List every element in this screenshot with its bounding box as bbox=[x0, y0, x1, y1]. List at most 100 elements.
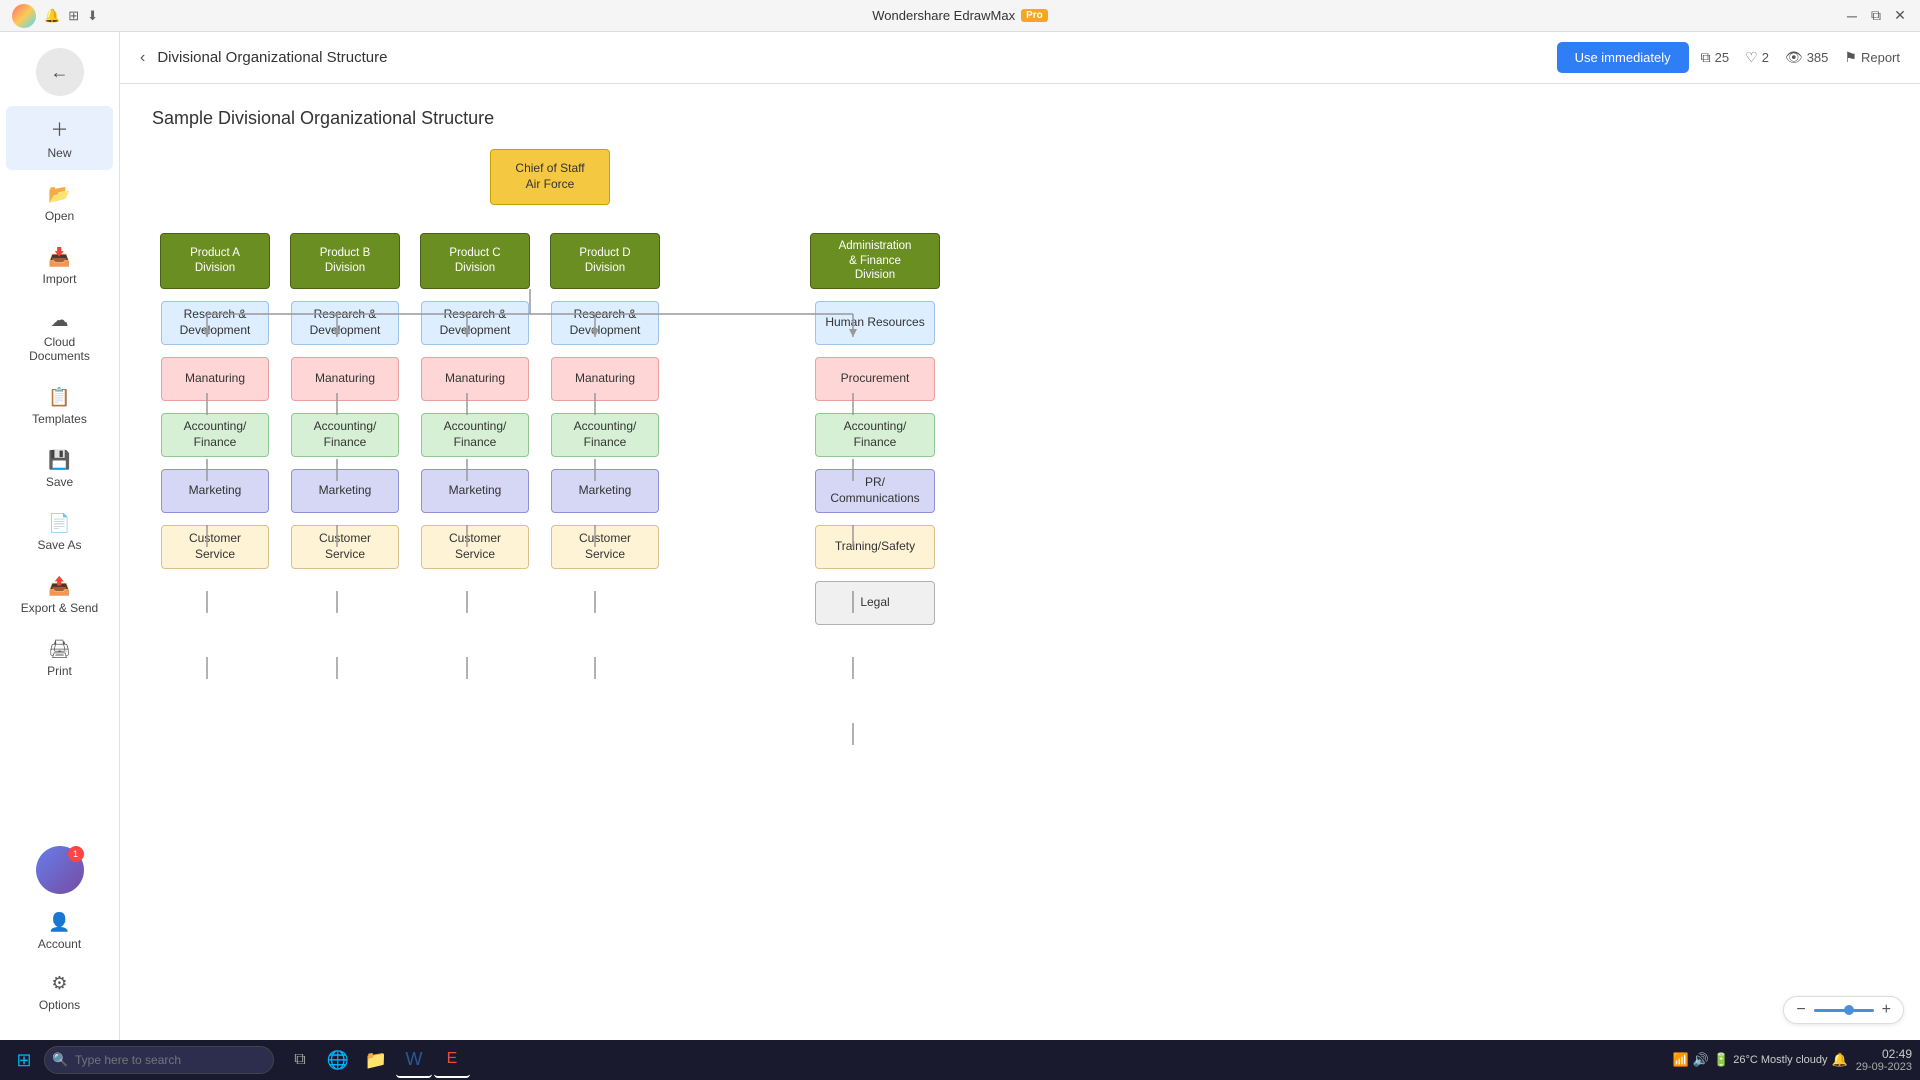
app-name: Wondershare EdrawMax bbox=[872, 8, 1015, 23]
sidebar: ← ＋ New 📂 Open 📥 Import ☁ Cloud Document… bbox=[0, 32, 120, 1040]
copies-icon: ⧉ bbox=[1701, 49, 1711, 66]
div-c-mfg: Manaturing bbox=[421, 357, 529, 401]
div-d-mkt: Marketing bbox=[551, 469, 659, 513]
use-immediately-button[interactable]: Use immediately bbox=[1557, 42, 1689, 73]
sidebar-item-open[interactable]: 📂 Open bbox=[6, 174, 113, 233]
taskbar-search-input[interactable] bbox=[44, 1046, 274, 1074]
div-d-mfg: Manaturing bbox=[551, 357, 659, 401]
div-a-acct: Accounting/Finance bbox=[161, 413, 269, 457]
windows-logo-icon: ⊞ bbox=[16, 1050, 31, 1071]
sidebar-item-saveas[interactable]: 📄 Save As bbox=[6, 503, 113, 562]
sidebar-item-cloud[interactable]: ☁ Cloud Documents bbox=[6, 300, 113, 373]
grid-icon[interactable]: ⊞ bbox=[68, 8, 79, 24]
options-icon: ⚙ bbox=[51, 973, 67, 994]
top-bar: ‹ Divisional Organizational Structure Us… bbox=[120, 32, 1920, 84]
views-count: 385 bbox=[1807, 50, 1829, 65]
maximize-button[interactable]: ⧉ bbox=[1868, 8, 1884, 24]
sidebar-bottom: 1 👤 Account ⚙ Options bbox=[0, 846, 119, 1040]
sidebar-import-label: Import bbox=[42, 272, 76, 286]
taskbar-date-display: 29-09-2023 bbox=[1856, 1061, 1912, 1073]
sidebar-item-account[interactable]: 👤 Account bbox=[6, 902, 113, 961]
likes-count: 2 bbox=[1762, 50, 1769, 65]
sidebar-saveas-label: Save As bbox=[37, 538, 81, 552]
likes-stat: ♡ 2 bbox=[1745, 49, 1769, 66]
admin-hr: Human Resources bbox=[815, 301, 935, 345]
bell-icon[interactable]: 🔔 bbox=[44, 8, 60, 24]
sidebar-options-label: Options bbox=[39, 998, 80, 1012]
report-stat[interactable]: ⚑ Report bbox=[1844, 49, 1900, 66]
taskbar-app-edrawmax[interactable]: E bbox=[434, 1042, 470, 1078]
taskbar-app-edge[interactable]: 🌐 bbox=[320, 1042, 356, 1078]
taskbar-apps: ⧉ 🌐 📁 W E bbox=[282, 1042, 470, 1078]
sidebar-cloud-label: Cloud Documents bbox=[14, 335, 105, 363]
edge-icon: 🌐 bbox=[327, 1050, 349, 1071]
import-icon: 📥 bbox=[48, 247, 70, 268]
chief-node: Chief of StaffAir Force bbox=[490, 149, 610, 205]
flag-icon: ⚑ bbox=[1844, 49, 1857, 66]
admin-procurement: Procurement bbox=[815, 357, 935, 401]
admin-training: Training/Safety bbox=[815, 525, 935, 569]
zoom-bar: − + bbox=[1783, 996, 1904, 1024]
title-bar-icons: 🔔 ⊞ ⬇ bbox=[44, 8, 98, 24]
zoom-in-button[interactable]: + bbox=[1882, 1001, 1891, 1019]
sidebar-item-new[interactable]: ＋ New bbox=[6, 106, 113, 170]
taskbar-app-word[interactable]: W bbox=[396, 1042, 432, 1078]
title-bar-center: Wondershare EdrawMax Pro bbox=[872, 8, 1048, 23]
sidebar-save-label: Save bbox=[46, 475, 73, 489]
division-d-node: Product DDivision bbox=[550, 233, 660, 289]
division-a-node: Product ADivision bbox=[160, 233, 270, 289]
admin-acct: Accounting/Finance bbox=[815, 413, 935, 457]
eye-icon: 👁 bbox=[1785, 49, 1803, 66]
minimize-button[interactable]: ─ bbox=[1844, 8, 1860, 24]
download-icon[interactable]: ⬇ bbox=[87, 8, 98, 24]
division-a-col: Product ADivision Research &Development … bbox=[160, 233, 270, 569]
zoom-out-button[interactable]: − bbox=[1796, 1001, 1805, 1019]
div-b-rd: Research &Development bbox=[291, 301, 399, 345]
sidebar-item-templates[interactable]: 📋 Templates bbox=[6, 377, 113, 436]
notification-badge: 1 bbox=[68, 846, 84, 862]
pro-badge: Pro bbox=[1021, 9, 1048, 22]
notification-icon[interactable]: 🔔 bbox=[1832, 1052, 1848, 1068]
print-icon: 🖨 bbox=[48, 639, 71, 660]
zoom-thumb bbox=[1844, 1005, 1854, 1015]
divisions-row: Product ADivision Research &Development … bbox=[160, 233, 940, 625]
div-c-cs: Customer Service bbox=[421, 525, 529, 569]
close-button[interactable]: ✕ bbox=[1892, 8, 1908, 24]
div-a-rd: Research &Development bbox=[161, 301, 269, 345]
topbar-back-arrow[interactable]: ‹ bbox=[140, 49, 145, 67]
org-chart: Chief of StaffAir Force Product ADivisio… bbox=[140, 149, 1900, 625]
weather-text: 26°C Mostly cloudy bbox=[1733, 1054, 1827, 1066]
sidebar-item-print[interactable]: 🖨 Print bbox=[6, 629, 113, 688]
report-label: Report bbox=[1861, 50, 1900, 65]
taskbar-app-taskview[interactable]: ⧉ bbox=[282, 1042, 318, 1078]
back-button[interactable]: ← bbox=[36, 48, 84, 96]
division-c-node: Product CDivision bbox=[420, 233, 530, 289]
div-a-mfg: Manaturing bbox=[161, 357, 269, 401]
division-b-node: Product BDivision bbox=[290, 233, 400, 289]
taskbar-datetime: 02:49 29-09-2023 bbox=[1856, 1047, 1912, 1073]
chart-wrapper: Chief of StaffAir Force Product ADivisio… bbox=[120, 129, 1920, 685]
diagram-title: Sample Divisional Organizational Structu… bbox=[152, 108, 1920, 129]
div-b-acct: Accounting/Finance bbox=[291, 413, 399, 457]
division-admin-col: Administration& FinanceDivision Human Re… bbox=[810, 233, 940, 625]
taskview-icon: ⧉ bbox=[294, 1051, 305, 1069]
div-d-rd: Research &Development bbox=[551, 301, 659, 345]
start-button[interactable]: ⊞ bbox=[8, 1044, 40, 1076]
sidebar-item-export[interactable]: 📤 Export & Send bbox=[6, 566, 113, 625]
edrawmax-icon: E bbox=[447, 1050, 458, 1068]
sidebar-item-import[interactable]: 📥 Import bbox=[6, 237, 113, 296]
title-bar: 🔔 ⊞ ⬇ Wondershare EdrawMax Pro ─ ⧉ ✕ bbox=[0, 0, 1920, 32]
saveas-icon: 📄 bbox=[48, 513, 70, 534]
sidebar-templates-label: Templates bbox=[32, 412, 87, 426]
sidebar-item-save[interactable]: 💾 Save bbox=[6, 440, 113, 499]
admin-pr: PR/Communications bbox=[815, 469, 935, 513]
zoom-slider[interactable] bbox=[1814, 1009, 1874, 1012]
word-icon: W bbox=[406, 1049, 423, 1070]
save-icon: 💾 bbox=[48, 450, 70, 471]
title-bar-left: 🔔 ⊞ ⬇ bbox=[12, 4, 98, 28]
sidebar-item-options[interactable]: ⚙ Options bbox=[6, 963, 113, 1022]
div-b-mkt: Marketing bbox=[291, 469, 399, 513]
admin-legal: Legal bbox=[815, 581, 935, 625]
taskbar-app-explorer[interactable]: 📁 bbox=[358, 1042, 394, 1078]
div-b-mfg: Manaturing bbox=[291, 357, 399, 401]
